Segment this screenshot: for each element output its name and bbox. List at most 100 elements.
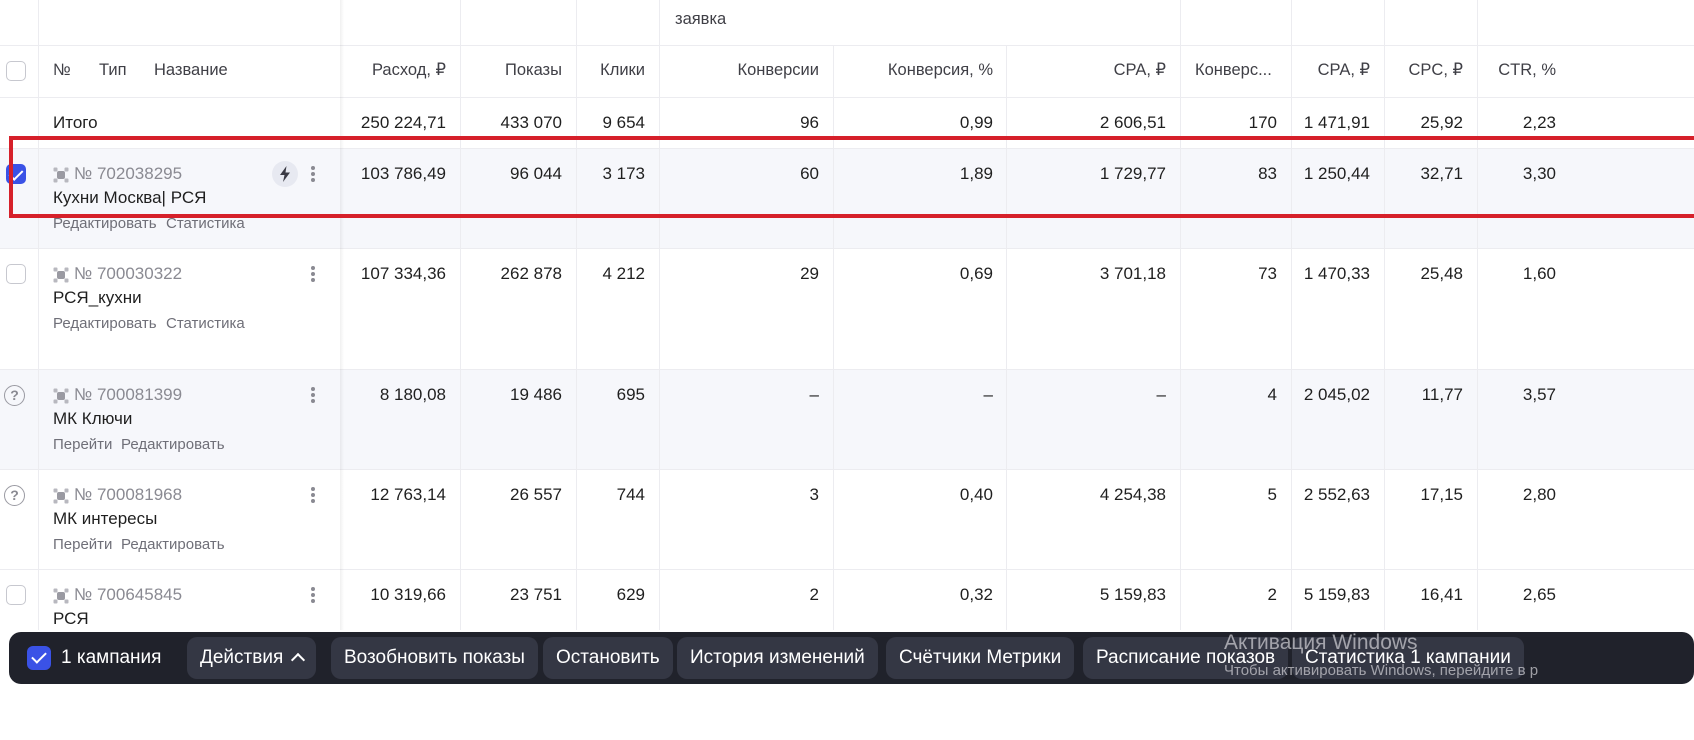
totals-conversion-rate: 0,99 [959, 113, 993, 132]
totals-cpc: 25,92 [1420, 113, 1463, 132]
totals-spend: 250 224,71 [360, 113, 446, 132]
campaign-action-link[interactable]: Редактировать [121, 536, 225, 553]
campaign-clicks: 4 212 [602, 264, 645, 283]
campaign-cpa-2: 2 045,02 [1303, 385, 1370, 404]
metrika-counters-button[interactable]: Счётчики Метрики [886, 637, 1075, 679]
column-header-conversion-rate[interactable]: Конверсия, % [835, 60, 993, 80]
campaign-cpa-2: 2 552,63 [1303, 485, 1370, 504]
totals-label: Итого [53, 113, 98, 132]
campaign-cpa: – [1156, 385, 1166, 404]
selected-row-highlight [9, 136, 1694, 218]
selection-checkbox[interactable] [27, 646, 51, 670]
campaign-ctr: 3,57 [1522, 385, 1556, 404]
campaign-ctr: 1,60 [1522, 264, 1556, 283]
campaign-action-link[interactable]: Статистика [166, 315, 245, 332]
campaign-action-link[interactable]: Редактировать [121, 436, 225, 453]
campaign-clicks: 629 [616, 585, 645, 604]
selected-count: 1 кампания [61, 647, 162, 668]
campaign-name-link[interactable]: РСЯ_кухни [53, 288, 142, 308]
campaign-type-icon [53, 388, 69, 404]
totals-cpa-2: 1 471,91 [1303, 113, 1370, 132]
column-header-spend[interactable]: Расход, ₽ [300, 60, 446, 80]
column-header-clicks[interactable]: Клики [578, 60, 645, 80]
campaign-cpc: 11,77 [1421, 385, 1463, 404]
campaign-cpc: 16,41 [1420, 585, 1463, 604]
campaign-id: № 700081968 [74, 485, 183, 504]
campaign-type-icon [53, 267, 69, 283]
status-help-icon[interactable]: ? [4, 485, 25, 506]
campaign-action-link[interactable]: Перейти [53, 436, 112, 453]
totals-impressions: 433 070 [500, 113, 562, 132]
row-bg [0, 369, 1694, 469]
totals-conversions-2: 170 [1248, 113, 1277, 132]
totals-conversions: 96 [800, 113, 819, 132]
stop-button[interactable]: Остановить [543, 637, 673, 679]
change-history-button[interactable]: История изменений [677, 637, 878, 679]
campaign-cpa: 5 159,83 [1099, 585, 1166, 604]
campaign-conversions: 29 [800, 264, 819, 283]
campaign-spend: 12 763,14 [370, 485, 446, 504]
campaign-conversion-rate: 0,40 [959, 485, 993, 504]
campaign-action-link[interactable]: Редактировать [53, 315, 157, 332]
status-help-icon[interactable]: ? [4, 385, 25, 406]
totals-cpa: 2 606,51 [1099, 113, 1166, 132]
campaign-conversion-rate: 0,69 [959, 264, 993, 283]
campaign-cpa: 4 254,38 [1099, 485, 1166, 504]
campaign-spend: 8 180,08 [379, 385, 446, 404]
campaign-type-icon [53, 588, 69, 604]
campaign-spend: 10 319,66 [370, 585, 446, 604]
campaign-type-icon [53, 488, 69, 504]
campaign-cpa-2: 1 470,33 [1303, 264, 1370, 283]
column-header-cpc[interactable]: CPC, ₽ [1386, 60, 1463, 80]
campaign-cpa-2: 5 159,83 [1303, 585, 1370, 604]
campaign-impressions: 23 751 [510, 585, 562, 604]
row-checkbox[interactable] [6, 585, 26, 605]
campaign-action-link[interactable]: Перейти [53, 536, 112, 553]
windows-activation-hint: Чтобы активировать Windows, перейдите в … [1224, 662, 1539, 679]
chevron-up-icon [291, 652, 306, 668]
column-header-cpa[interactable]: CPA, ₽ [1008, 60, 1166, 80]
campaign-conversion-rate: 0,32 [959, 585, 993, 604]
campaign-name-link[interactable]: МК Ключи [53, 409, 132, 429]
column-header-cpa-2[interactable]: CPA, ₽ [1293, 60, 1370, 80]
campaign-impressions: 19 486 [510, 385, 562, 404]
campaign-clicks: 744 [616, 485, 645, 504]
resume-impressions-button[interactable]: Возобновить показы [331, 637, 538, 679]
actions-dropdown-button[interactable]: Действия [187, 637, 317, 679]
column-header-conversions[interactable]: Конверсии [661, 60, 819, 80]
campaign-cpc: 25,48 [1420, 264, 1463, 283]
column-header-impressions[interactable]: Показы [462, 60, 562, 80]
campaign-ctr: 2,65 [1522, 585, 1556, 604]
row-checkbox[interactable] [6, 264, 26, 284]
campaign-conversions: 3 [809, 485, 819, 504]
campaign-impressions: 262 878 [500, 264, 562, 283]
campaign-id: № 700081399 [74, 385, 183, 404]
campaign-cpc: 17,15 [1420, 485, 1463, 504]
campaign-conversions-2: 5 [1267, 485, 1277, 504]
totals-ctr: 2,23 [1522, 113, 1556, 132]
windows-activation-title: Активация Windows [1224, 631, 1418, 654]
campaign-clicks: 695 [616, 385, 645, 404]
campaign-id: № 700030322 [74, 264, 183, 283]
column-header-name[interactable]: Название [154, 60, 228, 80]
campaign-impressions: 26 557 [510, 485, 562, 504]
column-header-number[interactable]: № [53, 60, 71, 80]
campaign-conversion-rate: – [983, 385, 993, 404]
campaign-conversions: – [809, 385, 819, 404]
column-header-ctr[interactable]: CTR, % [1479, 60, 1556, 80]
campaign-cpa: 3 701,18 [1099, 264, 1166, 283]
campaign-conversions: 2 [809, 585, 819, 604]
campaign-conversions-2: 2 [1267, 585, 1277, 604]
column-header-conversions-2[interactable]: Конверс... [1195, 60, 1272, 80]
totals-clicks: 9 654 [602, 113, 645, 132]
select-all-checkbox[interactable] [6, 61, 26, 81]
campaign-spend: 107 334,36 [360, 264, 446, 283]
campaign-conversions-2: 4 [1267, 385, 1277, 404]
campaign-table: заявка № Тип Название Расход, ₽ Показы К… [0, 0, 1694, 740]
column-header-type[interactable]: Тип [99, 60, 127, 80]
campaign-conversions-2: 73 [1258, 264, 1277, 283]
campaign-name-link[interactable]: РСЯ [53, 609, 89, 629]
campaign-name-link[interactable]: МК интересы [53, 509, 157, 529]
campaign-ctr: 2,80 [1522, 485, 1556, 504]
campaign-id: № 700645845 [74, 585, 183, 604]
